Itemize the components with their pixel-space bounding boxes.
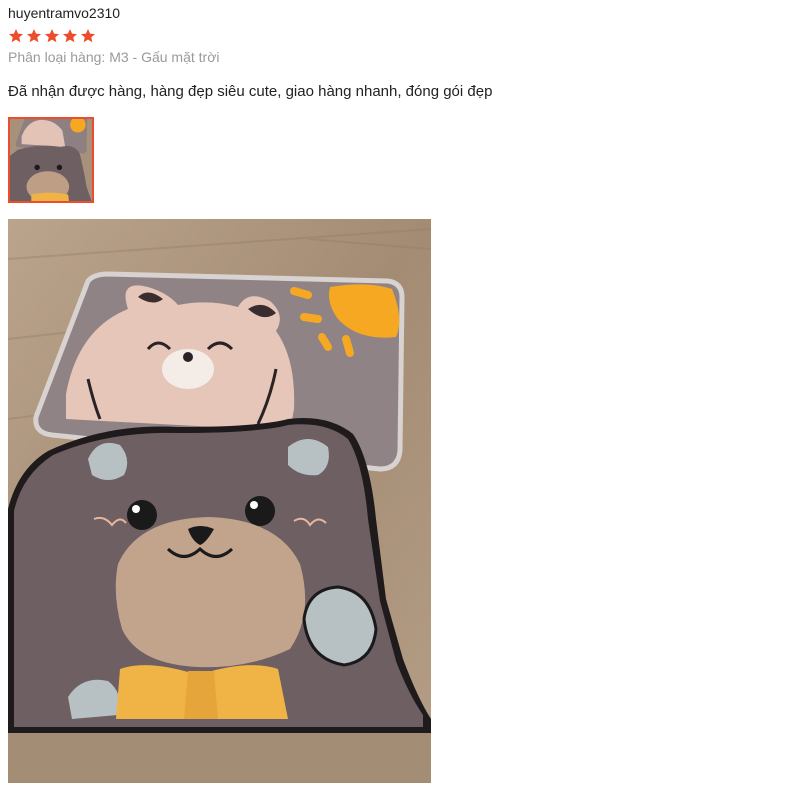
bear-rug-photo-icon xyxy=(8,219,431,783)
rating-stars xyxy=(8,28,96,44)
reviewer-username[interactable]: huyentramvo2310 xyxy=(8,5,120,21)
review-photo[interactable] xyxy=(8,219,431,783)
star-icon xyxy=(81,29,95,43)
product-variation: Phân loại hàng: M3 - Gấu mặt trời xyxy=(8,49,220,65)
bear-rug-thumbnail-icon xyxy=(10,119,92,201)
review-photo-thumbnail[interactable] xyxy=(8,117,94,203)
star-icon xyxy=(63,29,77,43)
star-icon xyxy=(9,29,23,43)
star-icon xyxy=(45,29,59,43)
product-review: huyentramvo2310 Phân loại hàng: M3 - Gấu… xyxy=(0,0,800,800)
review-comment: Đã nhận được hàng, hàng đẹp siêu cute, g… xyxy=(8,83,493,100)
star-icon xyxy=(27,29,41,43)
